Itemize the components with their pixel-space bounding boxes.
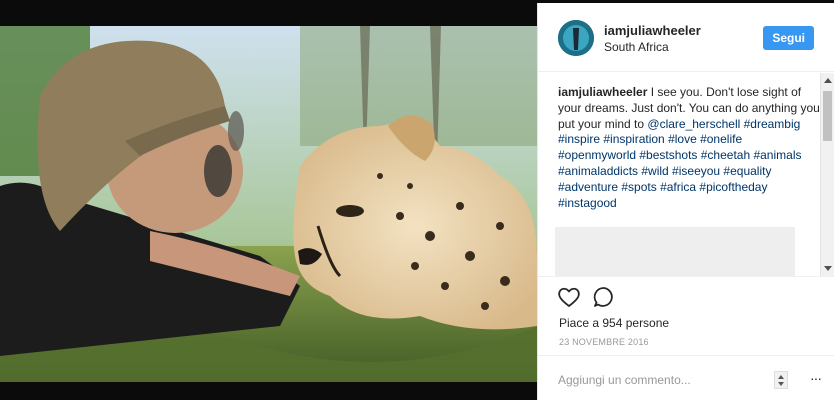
more-icon[interactable]: ··· xyxy=(810,370,822,386)
post-details-panel: iamjuliawheeler South Africa Segui iamju… xyxy=(537,3,834,400)
post-photo[interactable] xyxy=(0,26,537,382)
add-comment-section: ··· xyxy=(538,355,834,400)
avatar[interactable] xyxy=(558,20,594,56)
comment-input[interactable] xyxy=(558,371,758,389)
comments-list: iamjuliawheeler I see you. Don't lose si… xyxy=(538,73,834,276)
comment-spinner[interactable] xyxy=(774,371,788,389)
post-header: iamjuliawheeler South Africa Segui xyxy=(538,3,834,72)
caption-username[interactable]: iamjuliawheeler xyxy=(558,85,647,99)
likes-count[interactable]: Piace a 954 persone xyxy=(559,316,669,330)
avatar-image xyxy=(558,20,594,56)
spinner-up-icon[interactable] xyxy=(778,375,784,379)
username[interactable]: iamjuliawheeler xyxy=(604,23,701,38)
comment-icon[interactable] xyxy=(593,286,615,308)
spinner-down-icon[interactable] xyxy=(778,382,784,386)
comments-scrollbar[interactable] xyxy=(820,73,834,276)
scroll-down-icon[interactable] xyxy=(824,266,832,271)
location-link[interactable]: South Africa xyxy=(604,40,669,54)
post-actions xyxy=(538,276,834,316)
post-date: 23 NOVEMBRE 2016 xyxy=(559,337,649,347)
load-more-placeholder xyxy=(555,227,795,276)
lightbox-backdrop: iamjuliawheeler South Africa Segui iamju… xyxy=(0,0,834,400)
scroll-up-icon[interactable] xyxy=(824,78,832,83)
post-caption: iamjuliawheeler I see you. Don't lose si… xyxy=(558,85,820,211)
scroll-thumb[interactable] xyxy=(823,91,832,141)
follow-button[interactable]: Segui xyxy=(763,26,814,50)
caption-mention[interactable]: @clare_herschell xyxy=(647,117,740,131)
photo-woman-with-cheetah xyxy=(0,26,537,382)
heart-icon[interactable] xyxy=(557,286,581,308)
